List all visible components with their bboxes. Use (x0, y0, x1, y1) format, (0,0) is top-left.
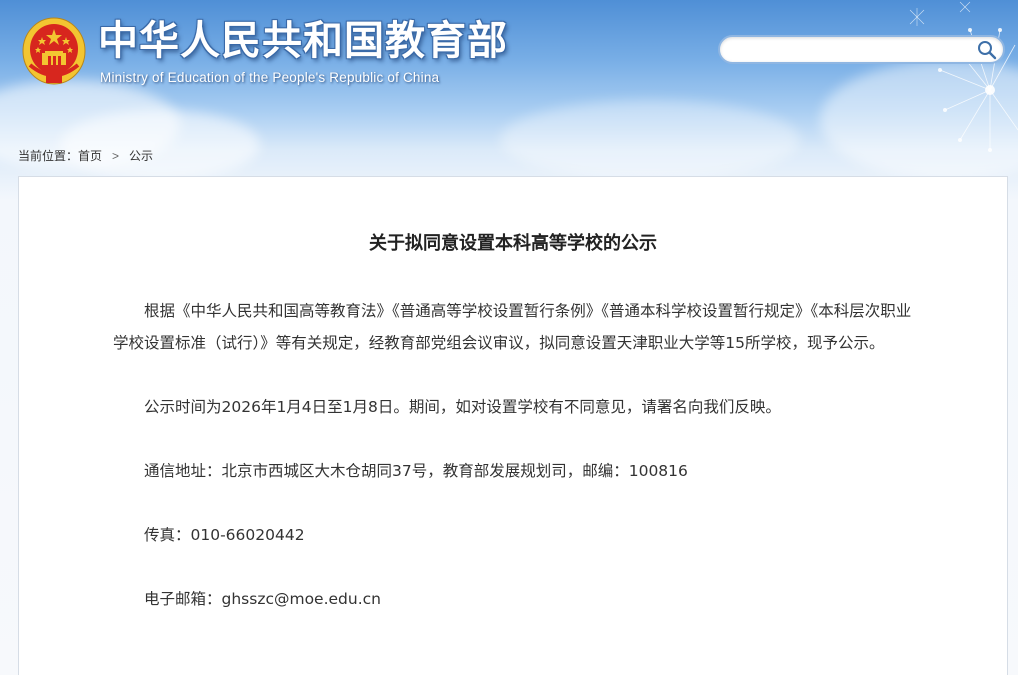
article-paragraph: 传真：010-66020442 (144, 526, 305, 544)
article-paragraph: 根据《中华人民共和国高等教育法》《普通高等学校设置暂行条例》《普通本科学校设置暂… (113, 302, 912, 352)
site-subtitle: Ministry of Education of the People's Re… (100, 70, 440, 85)
breadcrumb-separator-icon: > (112, 148, 120, 163)
search-icon[interactable] (977, 40, 997, 60)
breadcrumb-home-link[interactable]: 首页 (78, 147, 102, 164)
article-title: 关于拟同意设置本科高等学校的公示 (369, 233, 657, 254)
article-paragraph: 通信地址：北京市西城区大木仓胡同37号，教育部发展规划司，邮编：100816 (144, 462, 688, 480)
site-title[interactable]: 中华人民共和国教育部 (98, 16, 508, 66)
national-emblem-icon[interactable] (20, 15, 88, 87)
breadcrumb-prefix: 当前位置： (18, 149, 79, 163)
breadcrumb: 当前位置： 首页 > 公示 (18, 147, 153, 164)
article-paragraph: 公示时间为2026年1月4日至1月8日。期间，如对设置学校有不同意见，请署名向我… (144, 398, 781, 416)
breadcrumb-current-link[interactable]: 公示 (129, 147, 153, 164)
search-bar (718, 35, 1005, 64)
article-container: 关于拟同意设置本科高等学校的公示 根据《中华人民共和国高等教育法》《普通高等学校… (18, 176, 1008, 675)
article-paragraph: 电子邮箱：ghsszc@moe.edu.cn (144, 590, 381, 608)
site-header: 中华人民共和国教育部 Ministry of Education of the … (0, 0, 1018, 140)
search-input[interactable] (732, 40, 981, 62)
article-body: 根据《中华人民共和国高等教育法》《普通高等学校设置暂行条例》《普通本科学校设置暂… (113, 295, 917, 647)
